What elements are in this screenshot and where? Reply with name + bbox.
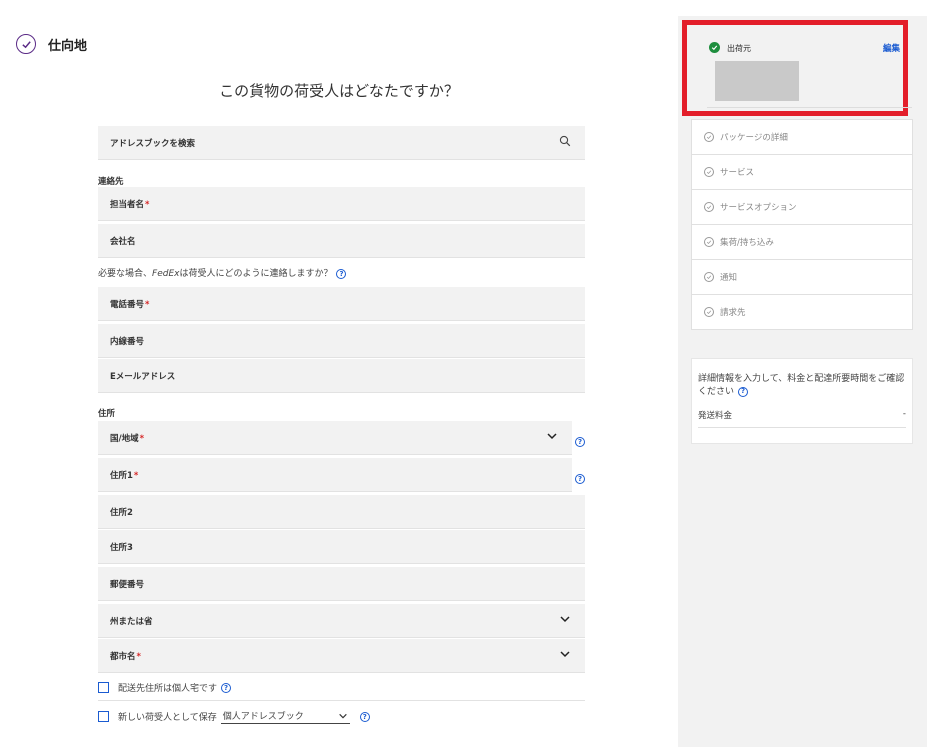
address1-help-icon[interactable]: ? — [575, 474, 585, 484]
phone-field[interactable]: 電話番号* — [98, 287, 585, 321]
chevron-down-icon[interactable] — [546, 430, 558, 442]
address-book-search-label: アドレスブックを検索 — [110, 139, 196, 149]
required-mark: * — [145, 200, 150, 210]
step-notifications[interactable]: 通知 — [692, 260, 912, 295]
country-select[interactable]: 国/地域* — [98, 421, 572, 455]
divider — [698, 427, 906, 428]
redacted-address — [715, 61, 799, 101]
state-select[interactable]: 州または省 — [98, 604, 585, 638]
address1-label: 住所1 — [110, 471, 133, 481]
main-content: 仕向地 この貨物の荷受人はどなたですか？ アドレスブックを検索 連絡先 担当者名… — [0, 16, 678, 747]
required-mark: * — [136, 652, 141, 662]
step-service-options[interactable]: サービスオプション — [692, 190, 912, 225]
hint-prefix: 必要な場合、 — [98, 269, 153, 279]
extension-label: 内線番号 — [110, 337, 145, 347]
postal-code-field[interactable]: 郵便番号 — [98, 567, 585, 601]
section-header: 仕向地 — [16, 34, 87, 54]
phone-label: 電話番号 — [110, 300, 145, 310]
section-title: 仕向地 — [48, 38, 88, 54]
check-circle-icon — [16, 34, 36, 54]
step-billing[interactable]: 請求先 — [692, 295, 912, 329]
check-circle-icon — [704, 202, 714, 212]
company-label: 会社名 — [110, 237, 136, 247]
required-mark: * — [145, 300, 150, 310]
required-mark: * — [139, 434, 145, 444]
residential-checkbox[interactable] — [98, 682, 109, 693]
city-select[interactable]: 都市名* — [98, 639, 585, 673]
postal-code-label: 郵便番号 — [110, 580, 145, 590]
ship-from-label: 出荷元 — [727, 44, 751, 53]
quote-message: 詳細情報を入力して、料金と配達所要時間をご確認ください? — [698, 373, 910, 399]
city-label: 都市名 — [110, 652, 136, 662]
ship-from-card: 出荷元 編集 — [682, 20, 912, 116]
quote-message-text: 詳細情報を入力して、料金と配達所要時間をご確認ください — [698, 374, 905, 397]
step-label: 集荷/持ち込み — [720, 238, 774, 248]
check-circle-icon — [704, 307, 714, 317]
shipment-sidebar: 出荷元 編集 パッケージの詳細 サービス サービスオプション 集荷/持ち込み 通… — [678, 16, 927, 747]
residential-help-icon[interactable]: ? — [221, 682, 232, 693]
step-label: 通知 — [720, 273, 738, 283]
hint-suffix: は荷受人にどのように連絡しますか？ — [179, 269, 333, 279]
contact-group-label: 連絡先 — [98, 177, 124, 187]
save-help-icon[interactable]: ? — [359, 711, 370, 722]
rate-row: 発送料金 - — [698, 409, 906, 421]
step-service[interactable]: サービス — [692, 155, 912, 190]
residential-label: 配送先住所は個人宅です — [118, 684, 218, 694]
save-recipient-row[interactable]: 新しい荷受人として保存 個人アドレスブック ? — [98, 709, 370, 724]
address-book-search-input[interactable]: アドレスブックを検索 — [98, 126, 585, 160]
country-label: 国/地域 — [110, 434, 139, 444]
rate-quote-card: 詳細情報を入力して、料金と配達所要時間をご確認ください? 発送料金 - — [691, 358, 913, 444]
email-label: Eメールアドレス — [110, 372, 176, 382]
contact-name-label: 担当者名 — [110, 200, 145, 210]
quote-help-icon[interactable]: ? — [738, 386, 749, 397]
address-book-select[interactable]: 個人アドレスブック — [220, 709, 350, 724]
check-circle-icon — [704, 272, 714, 282]
step-pickup-dropoff[interactable]: 集荷/持ち込み — [692, 225, 912, 260]
address2-label: 住所2 — [110, 508, 133, 518]
step-label: 請求先 — [720, 308, 746, 318]
step-label: サービスオプション — [720, 203, 797, 213]
address1-field[interactable]: 住所1* — [98, 458, 572, 492]
address-group-label: 住所 — [98, 409, 116, 419]
required-mark: * — [133, 471, 139, 481]
page-question: この貨物の荷受人はどなたですか？ — [219, 82, 459, 100]
check-circle-icon — [704, 237, 714, 247]
address-book-select-value: 個人アドレスブック — [222, 712, 304, 722]
chevron-down-icon[interactable] — [338, 711, 348, 721]
residential-checkbox-row[interactable]: 配送先住所は個人宅です ? — [98, 681, 232, 694]
email-field[interactable]: Eメールアドレス — [98, 359, 585, 393]
rate-value: - — [902, 409, 906, 419]
extension-field[interactable]: 内線番号 — [98, 324, 585, 358]
contact-name-field[interactable]: 担当者名* — [98, 187, 585, 221]
state-label: 州または省 — [110, 617, 153, 627]
edit-link[interactable]: 編集 — [883, 42, 900, 54]
country-help-icon[interactable]: ? — [575, 437, 585, 447]
save-recipient-checkbox[interactable] — [98, 711, 109, 722]
check-circle-icon — [704, 167, 714, 177]
step-label: サービス — [720, 168, 755, 178]
check-circle-icon — [704, 132, 714, 142]
hint-brand: FedEx — [152, 269, 180, 279]
address2-field[interactable]: 住所2 — [98, 495, 585, 529]
step-package-details[interactable]: パッケージの詳細 — [692, 120, 912, 155]
address3-label: 住所3 — [110, 543, 133, 553]
address3-field[interactable]: 住所3 — [98, 530, 585, 564]
step-list: パッケージの詳細 サービス サービスオプション 集荷/持ち込み 通知 請求先 — [691, 119, 913, 330]
rate-label: 発送料金 — [698, 411, 733, 421]
check-circle-icon — [709, 42, 720, 53]
step-label: パッケージの詳細 — [720, 133, 788, 143]
chevron-down-icon[interactable] — [559, 613, 571, 625]
divider — [707, 107, 912, 108]
company-field[interactable]: 会社名 — [98, 224, 585, 258]
divider — [98, 700, 585, 701]
contact-hint: 必要な場合、FedExは荷受人にどのように連絡しますか？? — [98, 266, 347, 279]
help-icon[interactable]: ? — [336, 268, 347, 279]
save-recipient-label: 新しい荷受人として保存 — [118, 713, 217, 723]
chevron-down-icon[interactable] — [559, 648, 571, 660]
search-icon[interactable] — [559, 135, 571, 147]
